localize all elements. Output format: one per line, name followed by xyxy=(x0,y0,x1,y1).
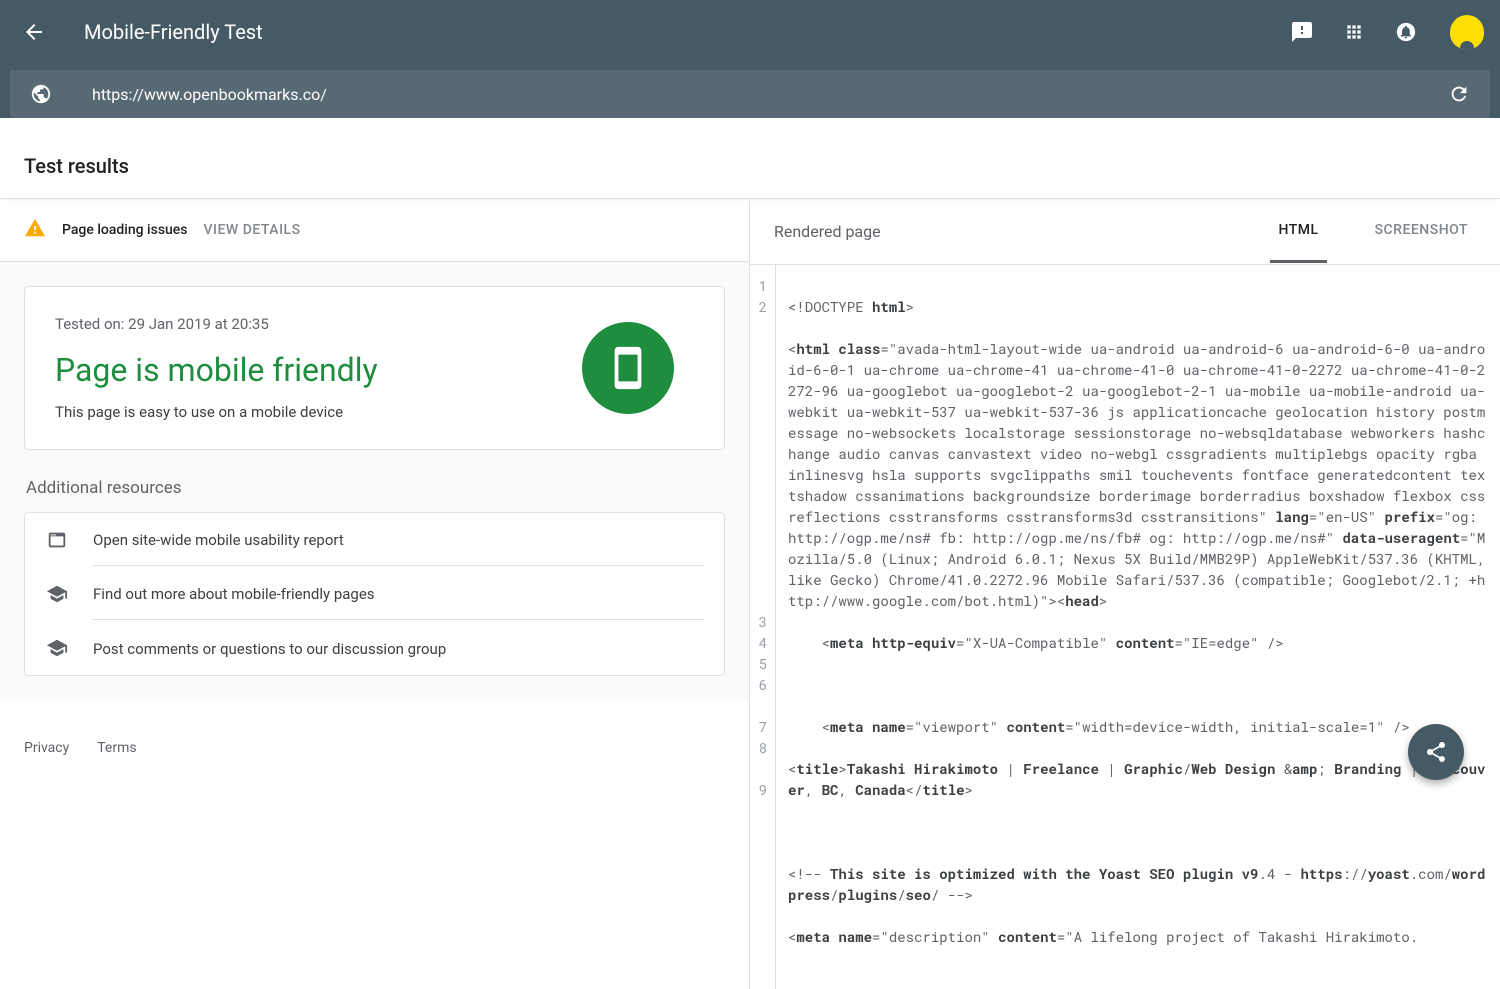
url-text: https://www.openbookmarks.co/ xyxy=(92,85,1448,104)
terms-link[interactable]: Terms xyxy=(97,740,136,756)
url-bar[interactable]: https://www.openbookmarks.co/ xyxy=(10,70,1490,118)
resource-text: Find out more about mobile-friendly page… xyxy=(93,585,375,603)
back-button[interactable] xyxy=(16,14,52,50)
resource-learn-more[interactable]: Find out more about mobile-friendly page… xyxy=(25,567,724,621)
issues-label: Page loading issues xyxy=(62,222,188,238)
share-fab[interactable] xyxy=(1408,724,1464,780)
resource-usability-report[interactable]: Open site-wide mobile usability report xyxy=(25,513,724,567)
school-icon xyxy=(45,583,69,605)
account-avatar[interactable] xyxy=(1450,15,1484,49)
apps-icon[interactable] xyxy=(1342,20,1366,44)
html-source-view: 12 3456 78 9 <!DOCTYPE html> <html class… xyxy=(750,265,1500,989)
resources-title: Additional resources xyxy=(26,478,725,498)
result-card: Tested on: 29 Jan 2019 at 20:35 Page is … xyxy=(24,286,725,450)
line-gutter: 12 3456 78 9 xyxy=(750,265,776,989)
privacy-link[interactable]: Privacy xyxy=(24,740,69,756)
verdict: Page is mobile friendly xyxy=(55,351,582,389)
tab-html[interactable]: HTML xyxy=(1270,200,1326,263)
school-icon xyxy=(45,637,69,659)
warning-icon xyxy=(24,217,46,243)
feedback-icon[interactable] xyxy=(1290,20,1314,44)
app-title: Mobile-Friendly Test xyxy=(84,20,1290,44)
subverdict: This page is easy to use on a mobile dev… xyxy=(55,403,582,421)
mobile-friendly-badge-icon xyxy=(582,322,674,414)
code-body: <!DOCTYPE html> <html class="avada-html-… xyxy=(776,265,1500,989)
tab-screenshot[interactable]: SCREENSHOT xyxy=(1367,200,1476,263)
resource-text: Open site-wide mobile usability report xyxy=(93,531,344,549)
section-title: Test results xyxy=(24,154,1476,178)
rendered-page-title: Rendered page xyxy=(774,222,1270,241)
refresh-icon[interactable] xyxy=(1448,83,1470,105)
notifications-icon[interactable] xyxy=(1394,20,1418,44)
webpage-icon xyxy=(45,529,69,551)
view-details-button[interactable]: VIEW DETAILS xyxy=(204,222,301,238)
resource-text: Post comments or questions to our discus… xyxy=(93,640,446,658)
tested-on: Tested on: 29 Jan 2019 at 20:35 xyxy=(55,315,582,333)
resource-discussion[interactable]: Post comments or questions to our discus… xyxy=(25,621,724,675)
globe-icon xyxy=(30,83,52,105)
